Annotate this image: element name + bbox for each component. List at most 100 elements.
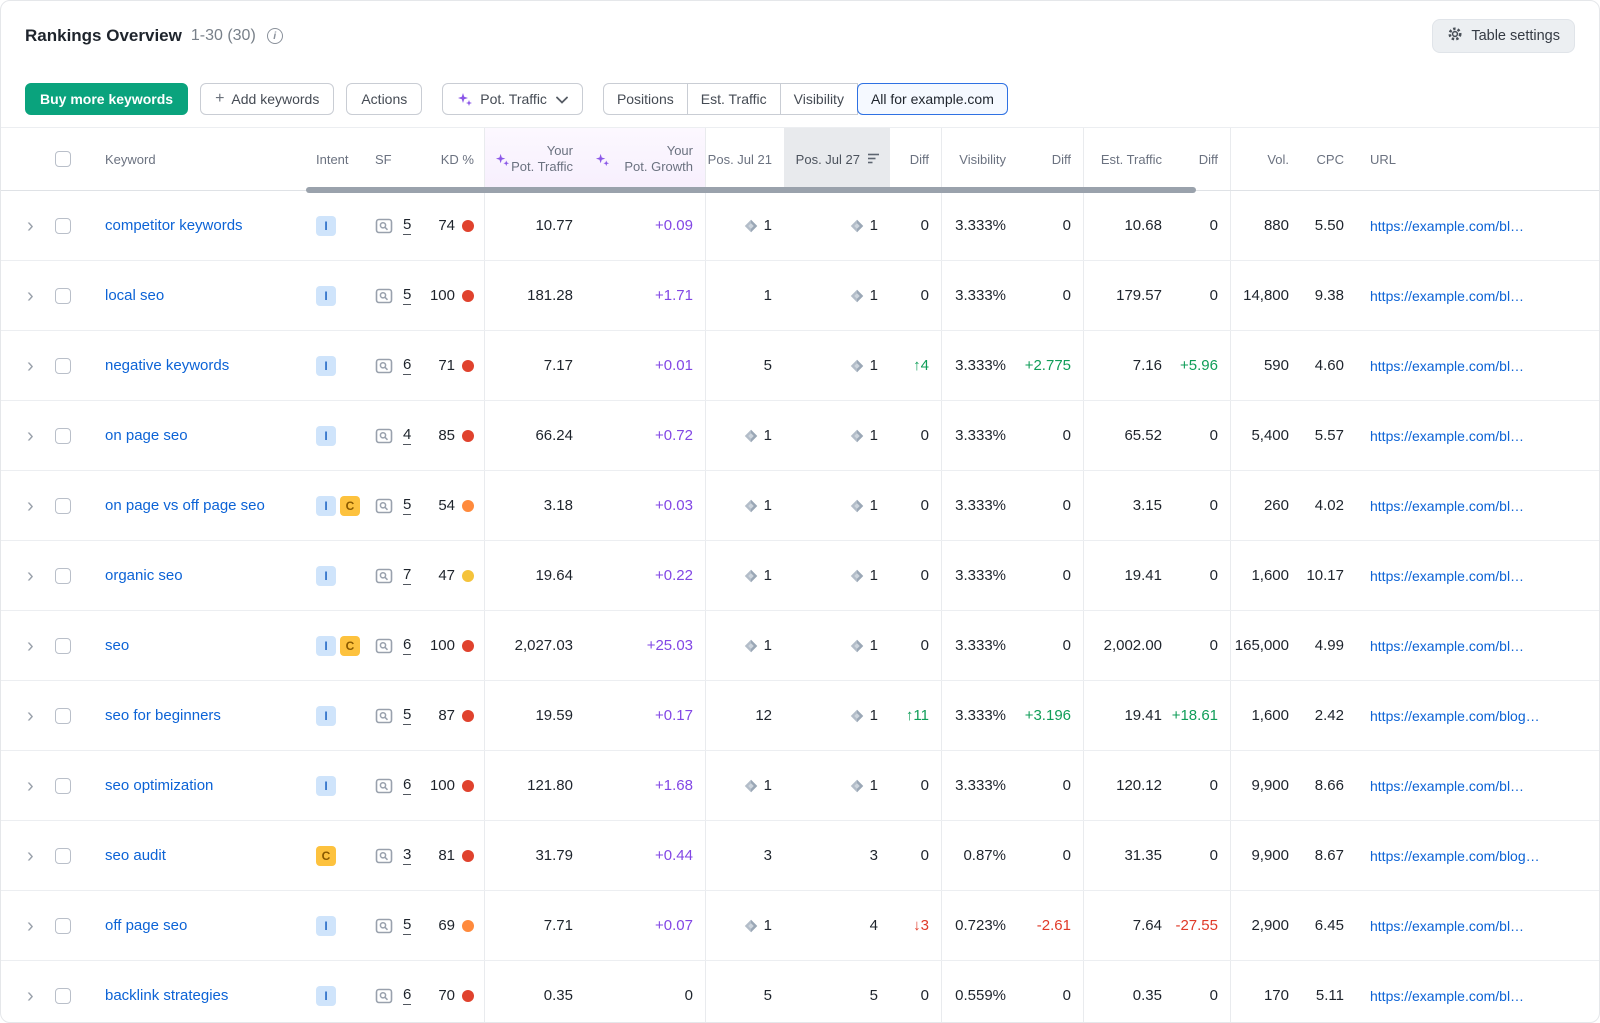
col-header-pos-diff[interactable]: Diff xyxy=(890,128,942,190)
col-header-volume[interactable]: Vol. xyxy=(1231,128,1301,190)
serp-features-count[interactable]: 5 xyxy=(403,216,411,234)
keyword-link[interactable]: seo audit xyxy=(105,847,166,864)
col-header-pos-jul21[interactable]: Pos. Jul 21 xyxy=(706,128,784,190)
segment-visibility[interactable]: Visibility xyxy=(780,83,858,115)
info-icon[interactable]: i xyxy=(267,28,283,44)
expand-chevron-icon[interactable]: › xyxy=(25,636,34,656)
expand-chevron-icon[interactable]: › xyxy=(25,916,34,936)
chevron-down-icon xyxy=(556,91,568,107)
visibility-cell: 3.333% xyxy=(942,331,1018,400)
serp-features-count[interactable]: 5 xyxy=(403,496,411,514)
segment-positions[interactable]: Positions xyxy=(603,83,688,115)
url-link[interactable]: https://example.com/bl… xyxy=(1370,988,1575,1004)
keyword-link[interactable]: organic seo xyxy=(105,567,183,584)
url-link[interactable]: https://example.com/bl… xyxy=(1370,428,1575,444)
col-header-visibility[interactable]: Visibility xyxy=(942,128,1018,190)
row-checkbox[interactable] xyxy=(55,778,71,794)
row-checkbox[interactable] xyxy=(55,358,71,374)
expand-chevron-icon[interactable]: › xyxy=(25,776,34,796)
keyword-link[interactable]: on page vs off page seo xyxy=(105,497,265,514)
col-header-cpc[interactable]: CPC xyxy=(1301,128,1356,190)
url-link[interactable]: https://example.com/bl… xyxy=(1370,358,1575,374)
row-checkbox[interactable] xyxy=(55,218,71,234)
expand-chevron-icon[interactable]: › xyxy=(25,566,34,586)
row-checkbox[interactable] xyxy=(55,568,71,584)
row-checkbox[interactable] xyxy=(55,288,71,304)
col-header-sf[interactable]: SF xyxy=(369,128,425,190)
expand-chevron-icon[interactable]: › xyxy=(25,846,34,866)
serp-features-count[interactable]: 5 xyxy=(403,286,411,304)
position-diamond-icon xyxy=(850,359,864,373)
url-link[interactable]: https://example.com/bl… xyxy=(1370,918,1575,934)
volume-cell: 1,600 xyxy=(1231,681,1301,750)
url-link[interactable]: https://example.com/bl… xyxy=(1370,218,1575,234)
row-checkbox[interactable] xyxy=(55,988,71,1004)
expand-cell: › xyxy=(25,471,55,540)
col-header-est-traffic[interactable]: Est. Traffic xyxy=(1084,128,1174,190)
horizontal-scrollbar[interactable] xyxy=(306,187,1196,193)
pos-jul21-cell: 3 xyxy=(706,821,784,890)
cpc-cell: 6.45 xyxy=(1301,891,1356,960)
serp-features-count[interactable]: 6 xyxy=(403,636,411,654)
expand-chevron-icon[interactable]: › xyxy=(25,706,34,726)
serp-features-count[interactable]: 6 xyxy=(403,986,411,1004)
keyword-link[interactable]: off page seo xyxy=(105,917,187,934)
actions-button[interactable]: Actions xyxy=(346,83,422,115)
serp-features-count[interactable]: 6 xyxy=(403,356,411,374)
keyword-link[interactable]: on page seo xyxy=(105,427,188,444)
serp-features-count[interactable]: 4 xyxy=(403,426,411,444)
serp-features-count[interactable]: 5 xyxy=(403,706,411,724)
buy-more-keywords-button[interactable]: Buy more keywords xyxy=(25,83,188,115)
url-link[interactable]: https://example.com/bl… xyxy=(1370,568,1575,584)
col-header-keyword[interactable]: Keyword xyxy=(89,128,307,190)
serp-features-count[interactable]: 7 xyxy=(403,566,411,584)
keyword-link[interactable]: negative keywords xyxy=(105,357,229,374)
segment-est-traffic[interactable]: Est. Traffic xyxy=(687,83,781,115)
expand-chevron-icon[interactable]: › xyxy=(25,496,34,516)
url-link[interactable]: https://example.com/blog… xyxy=(1370,848,1575,864)
pos-jul27-cell: 4 xyxy=(784,891,890,960)
expand-chevron-icon[interactable]: › xyxy=(25,286,34,306)
row-checkbox[interactable] xyxy=(55,638,71,654)
segment-all-for-example-com[interactable]: All for example.com xyxy=(857,83,1008,115)
url-link[interactable]: https://example.com/bl… xyxy=(1370,638,1575,654)
keyword-link[interactable]: competitor keywords xyxy=(105,217,243,234)
keyword-cell: seo optimization xyxy=(89,751,307,820)
col-header-est-traffic-diff[interactable]: Diff xyxy=(1174,128,1231,190)
url-link[interactable]: https://example.com/bl… xyxy=(1370,288,1575,304)
col-header-your-pot-traffic[interactable]: YourPot. Traffic xyxy=(485,128,585,190)
col-header-visibility-diff[interactable]: Diff xyxy=(1018,128,1084,190)
row-checkbox[interactable] xyxy=(55,498,71,514)
url-link[interactable]: https://example.com/blog… xyxy=(1370,708,1575,724)
col-header-url[interactable]: URL xyxy=(1356,128,1575,190)
expand-chevron-icon[interactable]: › xyxy=(25,986,34,1006)
col-header-kd[interactable]: KD % xyxy=(425,128,485,190)
row-checkbox[interactable] xyxy=(55,918,71,934)
expand-chevron-icon[interactable]: › xyxy=(25,356,34,376)
expand-chevron-icon[interactable]: › xyxy=(25,216,34,236)
row-checkbox[interactable] xyxy=(55,848,71,864)
col-header-intent[interactable]: Intent xyxy=(307,128,369,190)
volume-cell: 590 xyxy=(1231,331,1301,400)
keyword-link[interactable]: seo for beginners xyxy=(105,707,221,724)
expand-chevron-icon[interactable]: › xyxy=(25,426,34,446)
add-keywords-button[interactable]: + Add keywords xyxy=(200,83,334,115)
keyword-link[interactable]: seo optimization xyxy=(105,777,213,794)
row-checkbox[interactable] xyxy=(55,428,71,444)
table-settings-button[interactable]: Table settings xyxy=(1432,19,1575,53)
serp-features-count[interactable]: 6 xyxy=(403,776,411,794)
row-checkbox[interactable] xyxy=(55,708,71,724)
visibility-diff-cell: 0 xyxy=(1018,261,1084,330)
col-header-pos-jul27[interactable]: Pos. Jul 27 xyxy=(784,128,890,190)
url-link[interactable]: https://example.com/bl… xyxy=(1370,778,1575,794)
select-all-checkbox[interactable] xyxy=(55,151,71,167)
url-link[interactable]: https://example.com/bl… xyxy=(1370,498,1575,514)
keyword-cell: on page vs off page seo xyxy=(89,471,307,540)
keyword-link[interactable]: local seo xyxy=(105,287,164,304)
keyword-link[interactable]: seo xyxy=(105,637,129,654)
serp-features-count[interactable]: 5 xyxy=(403,916,411,934)
col-header-your-pot-growth[interactable]: YourPot. Growth xyxy=(585,128,706,190)
serp-features-count[interactable]: 3 xyxy=(403,846,411,864)
keyword-link[interactable]: backlink strategies xyxy=(105,987,228,1004)
metric-dropdown[interactable]: Pot. Traffic xyxy=(442,83,583,115)
